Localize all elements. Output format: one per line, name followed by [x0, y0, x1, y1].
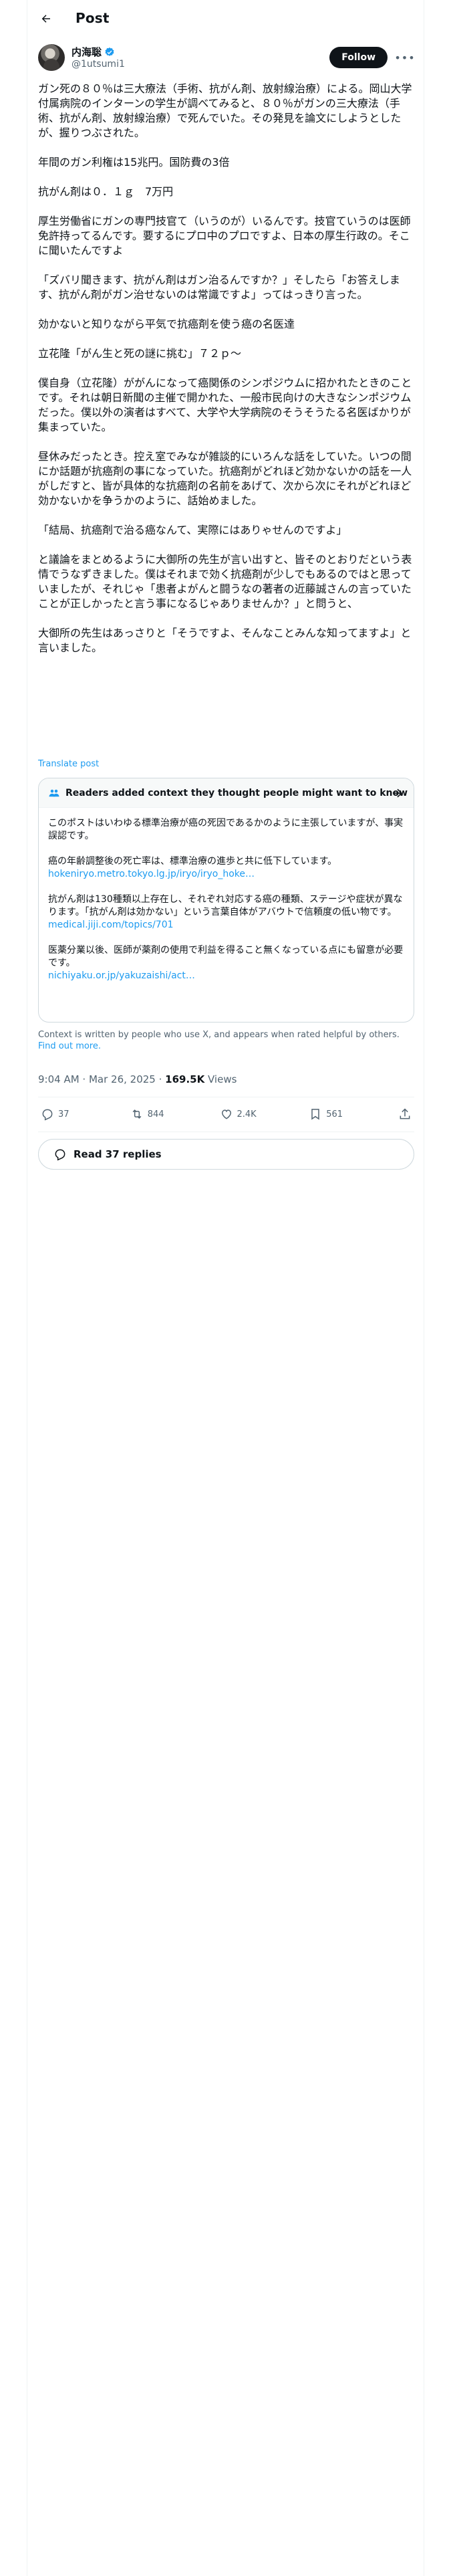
tweet-paragraph: 僕自身（立花隆）ががんになって癌関係のシンポジウムに招かれたときのことです。それ…: [38, 377, 412, 433]
author-block: 内海聡 @1utsumi1 Follow •••: [38, 44, 415, 74]
tweet-paragraph: 年間のガン利権は15兆円。国防費の3倍: [38, 156, 230, 169]
bookmark-icon: [311, 1109, 319, 1120]
repost-count: 844: [147, 1109, 164, 1119]
repost-button[interactable]: 844: [130, 1107, 184, 1121]
community-note-text: このポストはいわゆる標準治療が癌の死因であるかのように主張していますが、事実誤認…: [48, 818, 404, 841]
reply-count: 37: [58, 1109, 69, 1119]
share-button[interactable]: [398, 1107, 412, 1121]
community-note-source-link[interactable]: medical.jiji.com/topics/701: [48, 919, 406, 932]
verified-badge-icon: [105, 47, 114, 56]
community-note-item: 癌の年齢調整後の死亡率は、標準治療の進歩と共に低下しています。 hokeniryo…: [48, 855, 406, 881]
read-replies-label: Read 37 replies: [73, 1148, 162, 1160]
top-bar: Post: [27, 0, 424, 37]
share-icon: [400, 1108, 410, 1119]
translate-link[interactable]: Translate post: [38, 759, 99, 769]
tweet-paragraph: 立花隆「がん生と死の謎に挑む」７２ｐ〜: [38, 347, 242, 360]
more-icon[interactable]: •••: [394, 49, 414, 66]
author-name-row: 内海聡: [71, 45, 115, 59]
tweet-paragraph: 「結局、抗癌剤で治る癌なんて、実際にはありゃせんのですよ」: [38, 524, 347, 536]
like-button[interactable]: 2.4K: [220, 1107, 273, 1121]
like-count: 2.4K: [237, 1109, 257, 1119]
reply-button[interactable]: 37: [41, 1107, 94, 1121]
action-bar: 37 844 2.4K 561: [38, 1097, 414, 1131]
replies-bubble-icon: [55, 1149, 65, 1161]
arrow-right-icon[interactable]: [391, 786, 404, 800]
follow-button[interactable]: Follow: [329, 47, 388, 68]
views-count: 169.5K: [165, 1073, 205, 1085]
repost-icon: [132, 1109, 142, 1119]
author-handle[interactable]: @1utsumi1: [71, 59, 125, 70]
tweet-text: ガン死の８０％は三大療法（手術、抗がん剤、放射線治療）による。岡山大学付属病院の…: [38, 82, 414, 670]
page-title: Post: [76, 10, 110, 26]
post-timestamp[interactable]: 9:04 AM · Mar 26, 2025 ·: [38, 1073, 165, 1085]
community-note-title: Readers added context they thought peopl…: [65, 788, 408, 798]
views-label: Views: [208, 1073, 237, 1085]
avatar[interactable]: [38, 44, 65, 71]
community-note-text: 医薬分業以後、医師が薬剤の使用で利益を得ること無くなっている点にも留意が必要です…: [48, 945, 404, 968]
community-note: Readers added context they thought peopl…: [38, 778, 414, 1023]
back-button[interactable]: [35, 8, 57, 29]
community-note-text: 抗がん剤は130種類以上存在し、それぞれ対応する癌の種類、ステージや症状が異なり…: [48, 894, 403, 918]
tweet-paragraph: 大御所の先生はあっさりと「そうですよ、そんなことみんな知ってますよ」と言いました…: [38, 627, 412, 654]
community-notes-icon: [49, 789, 59, 797]
main-column: Post 内海聡 @1utsumi1 Follow ••• ガン死の８０％は三大…: [27, 0, 424, 2576]
tweet-paragraph: 抗がん剤は０．１ｇ 7万円: [38, 185, 174, 198]
community-note-item: 医薬分業以後、医師が薬剤の使用で利益を得ること無くなっている点にも留意が必要です…: [48, 944, 406, 982]
back-arrow-icon: [41, 15, 50, 23]
like-icon: [221, 1109, 231, 1119]
bookmark-count: 561: [326, 1109, 343, 1119]
community-note-body: このポストはいわゆる標準治療が癌の死因であるかのように主張していますが、事実誤認…: [48, 817, 406, 995]
tweet-paragraph: 厚生労働省にガンの専門技官て（いうのが）いるんです。技官ていうのは医師免許持って…: [38, 215, 411, 257]
tweet-paragraph: 昼休みだったとき。控え室でみなが雑談的にいろんな話をしていた。いつの間にか話題が…: [38, 450, 412, 507]
community-note-footer: Context is written by people who use X, …: [38, 1029, 414, 1052]
post-meta: 9:04 AM · Mar 26, 2025 · 169.5K Views: [38, 1073, 237, 1085]
reply-icon: [42, 1109, 53, 1121]
tweet-paragraph: 効かないと知りながら平気で抗癌剤を使う癌の名医達: [38, 318, 295, 330]
community-note-source-link[interactable]: nichiyaku.or.jp/yakuzaishi/act…: [48, 970, 406, 982]
community-note-source-link[interactable]: hokeniryo.metro.tokyo.lg.jp/iryo/iryo_ho…: [48, 868, 406, 881]
tweet-paragraph: と議論をまとめるように大御所の先生が言い出すと、皆そのとおりだという表情でうなず…: [38, 553, 412, 610]
community-note-item: 抗がん剤は130種類以上存在し、それぞれ対応する癌の種類、ステージや症状が異なり…: [48, 893, 406, 932]
community-note-item: このポストはいわゆる標準治療が癌の死因であるかのように主張していますが、事実誤認…: [48, 817, 406, 843]
tweet-paragraph: ガン死の８０％は三大療法（手術、抗がん剤、放射線治療）による。岡山大学付属病院の…: [38, 82, 412, 139]
community-note-header[interactable]: Readers added context they thought peopl…: [39, 778, 414, 808]
tweet-paragraph: 「ズバリ聞きます、抗がん剤はガン治るんですか？」そしたら「お答えします、抗がん剤…: [38, 274, 400, 301]
find-out-more-link[interactable]: Find out more.: [38, 1041, 101, 1051]
bookmark-button[interactable]: 561: [309, 1107, 362, 1121]
author-name[interactable]: 内海聡: [71, 45, 102, 59]
community-note-footer-text: Context is written by people who use X, …: [38, 1030, 400, 1040]
community-note-text: 癌の年齢調整後の死亡率は、標準治療の進歩と共に低下しています。: [48, 856, 337, 867]
read-replies-button[interactable]: Read 37 replies: [38, 1139, 414, 1170]
